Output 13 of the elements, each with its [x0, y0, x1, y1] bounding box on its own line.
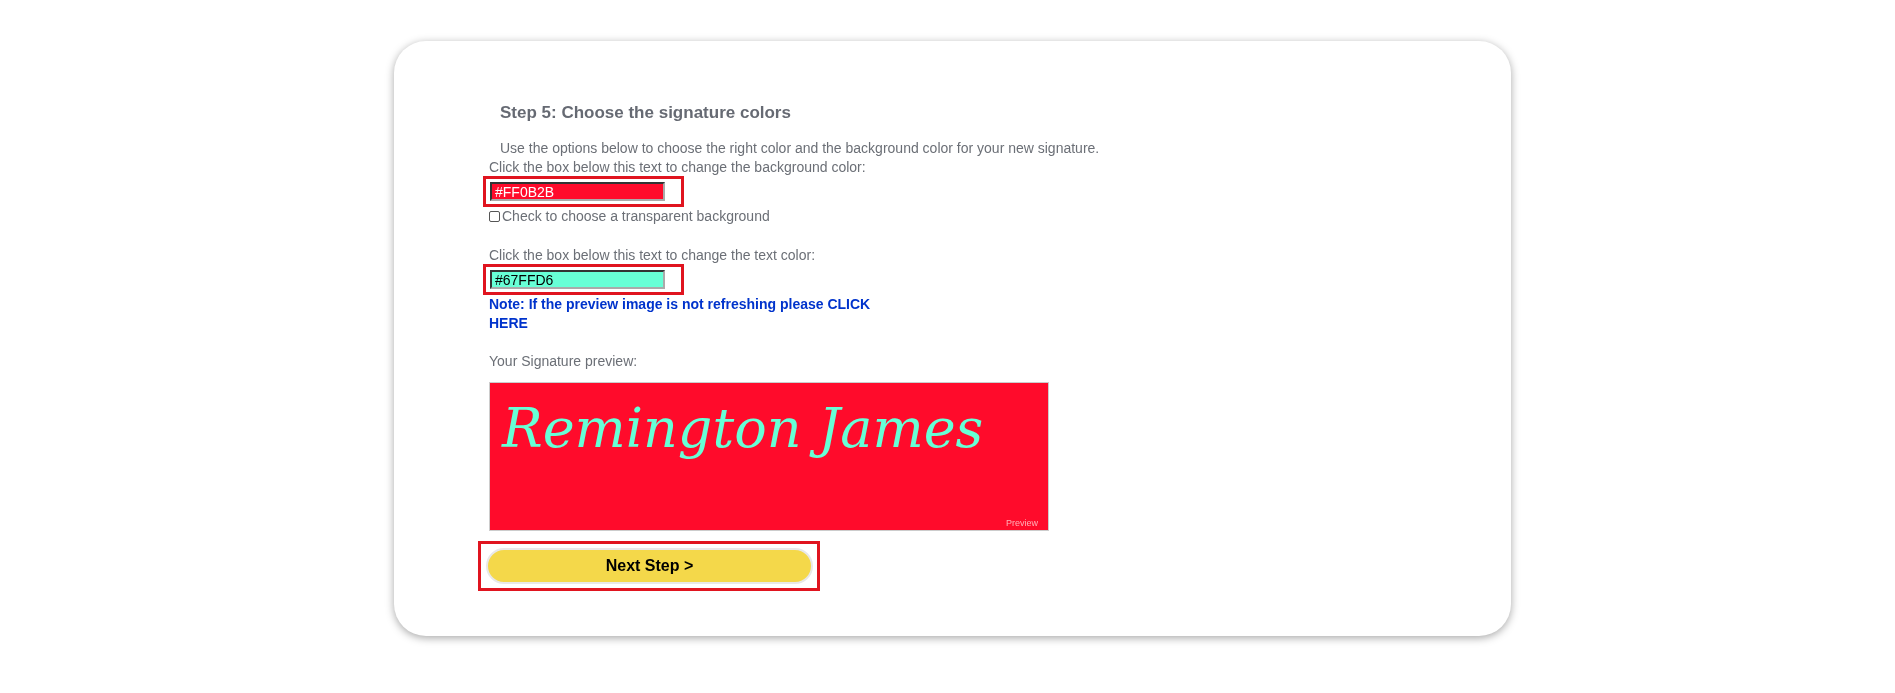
preview-watermark: Preview	[1006, 518, 1038, 528]
signature-text: Remington James	[502, 397, 984, 460]
step-title: Step 5: Choose the signature colors	[500, 103, 792, 123]
preview-label: Your Signature preview:	[489, 353, 639, 370]
field-label: Click the box below this text to change the background color:	[489, 159, 867, 176]
background-color-field[interactable]: #FF0B2B	[490, 182, 665, 201]
text-color-field[interactable]: #67FFD6	[490, 270, 665, 289]
refresh-note-link[interactable]: Note: If the preview image is not refreshing please CLICK HERE	[489, 295, 899, 333]
checkbox[interactable]	[489, 210, 500, 222]
next-step-button[interactable]: Next Step >	[486, 548, 813, 584]
intro-text: Use the options below to choose the right color and the background color for your new signature.	[500, 139, 1101, 157]
checkbox-label: Check to choose a transparent background	[502, 207, 770, 225]
field-label: Click the box below this text to change the text color:	[489, 247, 817, 264]
